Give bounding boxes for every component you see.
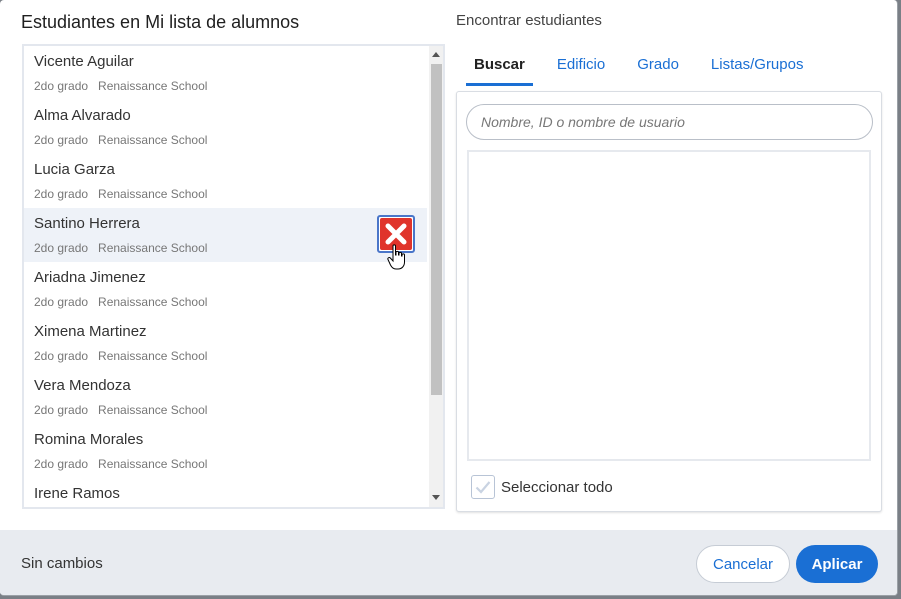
tab-edificio[interactable]: Edificio <box>549 52 613 86</box>
student-name: Alma Alvarado <box>34 107 131 124</box>
scroll-down-icon[interactable] <box>432 495 440 500</box>
cancel-button[interactable]: Cancelar <box>696 545 790 583</box>
list-item[interactable]: Irene Ramos2do gradoRenaissance School <box>24 478 427 507</box>
status-text: Sin cambios <box>21 555 103 572</box>
student-name: Lucia Garza <box>34 161 115 178</box>
check-icon <box>475 481 491 494</box>
student-grade: 2do grado <box>34 349 89 363</box>
student-list[interactable]: Vicente Aguilar 2do grado Renaissance Scho… <box>22 44 445 509</box>
scrollbar[interactable] <box>429 46 443 507</box>
checkbox[interactable] <box>471 475 495 499</box>
student-grade: 2do grado <box>34 187 89 201</box>
student-grade: 2do grado <box>34 79 89 93</box>
list-item[interactable]: Ariadna Jimenez 2do grado Renaissance Scho… <box>24 262 427 316</box>
student-school: Renaissance School <box>98 349 208 363</box>
student-school: Renaissance School <box>98 133 208 147</box>
find-students-title: Encontrar estudiantes <box>456 12 602 29</box>
apply-button[interactable]: Aplicar <box>796 545 878 583</box>
tab-grado[interactable]: Grado <box>629 52 687 86</box>
tab-buscar[interactable]: Buscar <box>466 52 533 86</box>
hand-cursor-icon <box>387 244 405 270</box>
student-school: Renaissance School <box>98 403 208 417</box>
student-meta: 2do grado Renaissance School <box>34 349 207 363</box>
student-name: Santino Herrera <box>34 215 140 232</box>
student-name: Romina Morales <box>34 431 144 448</box>
student-name: Vicente Aguilar <box>34 53 134 70</box>
student-school: Renaissance School <box>98 457 208 471</box>
search-results <box>467 150 871 461</box>
student-name: Ariadna Jimenez <box>34 269 146 286</box>
student-school: Renaissance School <box>98 79 208 93</box>
list-item[interactable]: Alma Alvarado 2do grado Renaissance School <box>24 100 427 154</box>
scroll-up-icon[interactable] <box>432 52 440 57</box>
select-all-label: Seleccionar todo <box>501 478 613 496</box>
list-item[interactable]: Ximena Martinez 2do grado Renaissance Scho… <box>24 316 427 370</box>
student-grade: 2do grado <box>34 133 89 147</box>
scroll-thumb[interactable] <box>431 64 442 395</box>
dialog-footer: Sin cambios Cancelar Aplicar <box>0 530 897 595</box>
student-meta: 2do grado Renaissance School <box>34 403 207 417</box>
student-meta: 2do grado Renaissance School <box>34 133 207 147</box>
student-meta: 2do grado Renaissance School <box>34 241 207 255</box>
student-grade: 2do grado <box>34 403 89 417</box>
list-item[interactable]: Vera Mendoza 2do grado Renaissance School <box>24 370 427 424</box>
search-panel: Seleccionar todo <box>456 91 882 512</box>
student-grade: 2do grado <box>34 241 89 255</box>
student-school: Renaissance School <box>98 295 208 309</box>
search-tabs: Buscar Edificio Grado Listas/Grupos <box>466 52 827 88</box>
student-name: Vera Mendoza <box>34 377 131 394</box>
student-grade: 2do grado <box>34 457 89 471</box>
list-item[interactable]: Lucia Garza 2do grado Renaissance School <box>24 154 427 208</box>
student-school: Renaissance School <box>98 241 208 255</box>
student-meta: 2do grado Renaissance School <box>34 457 207 471</box>
list-item[interactable]: Santino Herrera 2do grado Renaissance Scho… <box>24 208 427 262</box>
dialog: Estudiantes en Mi lista de alumnos Vicen… <box>0 0 898 596</box>
student-meta: 2do grado Renaissance School <box>34 187 207 201</box>
student-grade: 2do grado <box>34 295 89 309</box>
student-school: Renaissance School <box>98 187 208 201</box>
roster-title: Estudiantes en Mi lista de alumnos <box>21 12 300 32</box>
student-name: Irene Ramos <box>34 485 120 502</box>
search-input[interactable] <box>466 104 873 140</box>
list-item[interactable]: Vicente Aguilar 2do grado Renaissance Scho… <box>24 46 427 100</box>
select-all-checkbox[interactable]: Seleccionar todo <box>471 475 613 499</box>
student-list-inner: Vicente Aguilar 2do grado Renaissance Scho… <box>24 46 427 507</box>
student-meta: 2do grado Renaissance School <box>34 79 207 93</box>
list-item[interactable]: Romina Morales 2do grado Renaissance Schoo… <box>24 424 427 478</box>
student-meta: 2do grado Renaissance School <box>34 295 207 309</box>
student-name: Ximena Martinez <box>34 323 147 340</box>
tab-listas-grupos[interactable]: Listas/Grupos <box>703 52 812 86</box>
